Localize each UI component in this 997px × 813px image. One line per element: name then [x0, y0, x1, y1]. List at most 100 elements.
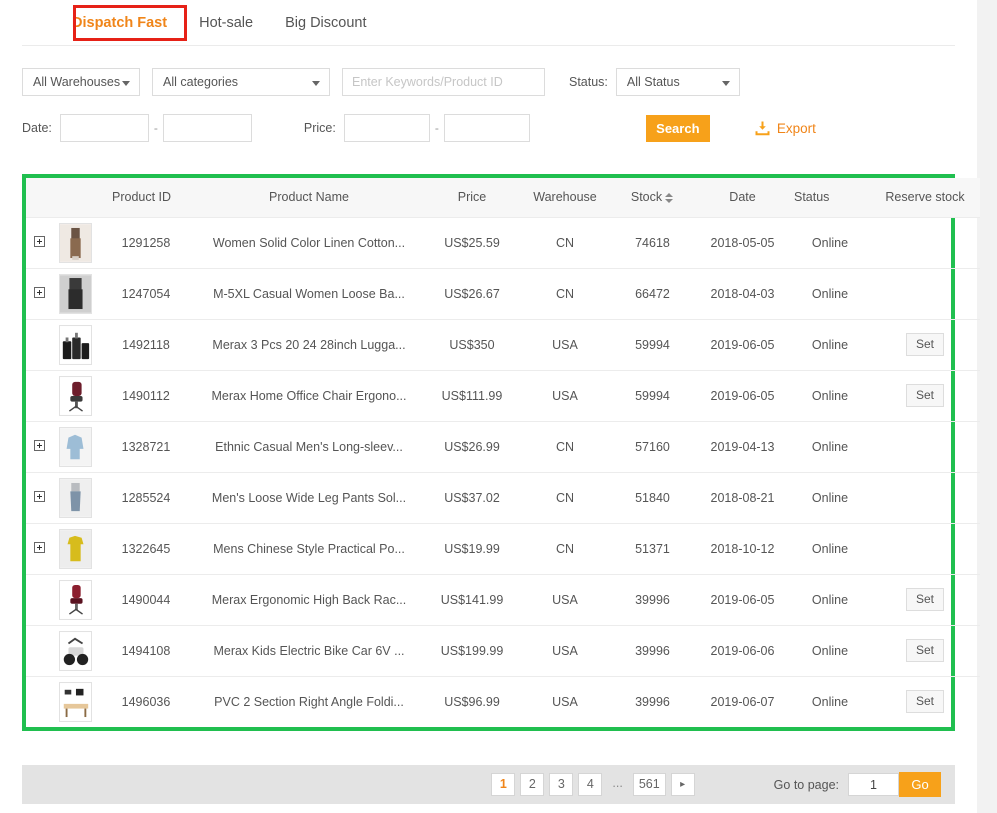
export-button[interactable]: Export — [754, 120, 816, 137]
table-row[interactable]: 1494108 Merax Kids Electric Bike Car 6V .… — [26, 625, 980, 677]
cell-product-id: 1490112 — [98, 370, 194, 422]
cell-reserve-stock: Set — [870, 625, 980, 677]
table-row[interactable]: 1492118 Merax 3 Pcs 20 24 28inch Lugga...… — [26, 319, 980, 371]
cell-warehouse: USA — [520, 319, 610, 371]
table-row[interactable]: 1496036 PVC 2 Section Right Angle Foldi..… — [26, 676, 980, 727]
expand-row-icon[interactable] — [33, 490, 45, 502]
page-button-4[interactable]: 4 — [578, 773, 603, 796]
cell-status: Online — [790, 472, 870, 524]
table-row[interactable]: 1490044 Merax Ergonomic High Back Rac... U… — [26, 574, 980, 626]
tab-big-discount[interactable]: Big Discount — [269, 8, 382, 38]
cell-product-name[interactable]: Women Solid Color Linen Cotton... — [194, 217, 424, 269]
cell-status: Online — [790, 523, 870, 575]
row-thumbnail-cell — [52, 217, 98, 269]
cell-date: 2019-04-13 — [695, 421, 790, 473]
date-filter-label: Date: — [22, 121, 52, 135]
header-date: Date — [729, 190, 756, 205]
set-reserve-button[interactable]: Set — [905, 384, 944, 407]
cell-stock: 39996 — [610, 574, 695, 626]
header-warehouse: Warehouse — [533, 190, 597, 205]
expand-row-icon[interactable] — [33, 235, 45, 247]
cell-warehouse: CN — [520, 472, 610, 524]
cell-status: Online — [790, 370, 870, 422]
cell-date: 2018-05-05 — [695, 217, 790, 269]
cell-warehouse: CN — [520, 523, 610, 575]
date-to-input[interactable] — [162, 114, 252, 142]
cell-product-id: 1322645 — [98, 523, 194, 575]
header-reserve-stock: Reserve stock — [885, 190, 965, 205]
cell-reserve-stock — [870, 472, 980, 524]
cell-product-name[interactable]: Merax Home Office Chair Ergono... — [194, 370, 424, 422]
page-button-1[interactable]: 1 — [491, 773, 516, 796]
go-button[interactable]: Go — [899, 772, 941, 797]
row-expand-cell[interactable] — [26, 217, 52, 269]
cell-product-name[interactable]: Merax Kids Electric Bike Car 6V ... — [194, 625, 424, 677]
warehouse-select[interactable]: All Warehouses — [22, 68, 140, 96]
cell-product-name[interactable]: Mens Chinese Style Practical Po... — [194, 523, 424, 575]
table-row[interactable]: 1291258 Women Solid Color Linen Cotton...… — [26, 217, 980, 269]
cell-price: US$26.67 — [424, 268, 520, 320]
col-stock[interactable]: Stock — [610, 178, 695, 218]
row-thumbnail-cell — [52, 421, 98, 473]
status-filter-label: Status: — [569, 75, 608, 89]
keyword-search-input[interactable] — [342, 68, 545, 96]
table-row[interactable]: 1328721 Ethnic Casual Men's Long-sleev...… — [26, 421, 980, 473]
cell-product-name[interactable]: Men's Loose Wide Leg Pants Sol... — [194, 472, 424, 524]
expand-row-icon[interactable] — [33, 286, 45, 298]
product-thumbnail — [58, 375, 92, 416]
row-expand-cell[interactable] — [26, 268, 52, 320]
status-select[interactable]: All Status — [615, 68, 740, 96]
header-price: Price — [457, 190, 487, 205]
search-button[interactable]: Search — [645, 114, 710, 142]
date-from-input[interactable] — [59, 114, 149, 142]
table-row[interactable]: 1247054 M-5XL Casual Women Loose Ba... US$… — [26, 268, 980, 320]
cell-product-name[interactable]: Merax Ergonomic High Back Rac... — [194, 574, 424, 626]
tab-dispatch-fast[interactable]: Dispatch Fast — [56, 8, 183, 38]
product-thumbnail — [58, 477, 92, 518]
sort-toggle-icon[interactable] — [665, 192, 674, 204]
header-product-id: Product ID — [112, 190, 172, 205]
cell-product-name[interactable]: PVC 2 Section Right Angle Foldi... — [194, 676, 424, 727]
set-reserve-button[interactable]: Set — [905, 588, 944, 611]
set-reserve-button[interactable]: Set — [905, 333, 944, 356]
row-thumbnail-cell — [52, 370, 98, 422]
row-expand-cell[interactable] — [26, 421, 52, 473]
expand-row-icon[interactable] — [33, 541, 45, 553]
page-button-last[interactable]: 561 — [632, 773, 666, 796]
cell-stock: 59994 — [610, 370, 695, 422]
goto-page-input[interactable] — [848, 773, 899, 796]
cell-price: US$96.99 — [444, 694, 500, 709]
cell-price: US$25.59 — [424, 217, 520, 269]
pagination-controls: 1 2 3 4... 561 ▸ — [491, 773, 699, 796]
price-from-input[interactable] — [343, 114, 430, 142]
tab-big-discount-label: Big Discount — [285, 15, 367, 31]
table-row[interactable]: 1285524 Men's Loose Wide Leg Pants Sol...… — [26, 472, 980, 524]
row-expand-cell[interactable] — [26, 523, 52, 575]
category-select[interactable]: All categories — [152, 68, 330, 96]
cell-product-id: 1496036 — [121, 694, 171, 709]
chevron-down-icon — [312, 81, 320, 86]
cell-product-name[interactable]: Ethnic Casual Men's Long-sleev... — [194, 421, 424, 473]
date-range-separator: - — [153, 121, 158, 135]
cell-date: 2019-06-06 — [695, 625, 790, 677]
cell-warehouse: USA — [520, 625, 610, 677]
expand-row-icon[interactable] — [33, 439, 45, 451]
page-button-3[interactable]: 3 — [549, 773, 574, 796]
cell-product-id: 1291258 — [98, 217, 194, 269]
cell-reserve-stock: Set — [870, 319, 980, 371]
page-button-2[interactable]: 2 — [520, 773, 545, 796]
set-reserve-button[interactable]: Set — [905, 690, 944, 714]
cell-product-name[interactable]: Merax 3 Pcs 20 24 28inch Lugga... — [194, 319, 424, 371]
cell-product-name[interactable]: M-5XL Casual Women Loose Ba... — [194, 268, 424, 320]
price-to-input[interactable] — [443, 114, 530, 142]
table-row[interactable]: 1490112 Merax Home Office Chair Ergono...… — [26, 370, 980, 422]
set-reserve-button[interactable]: Set — [905, 639, 944, 662]
cell-date: 2019-06-07 — [710, 694, 775, 709]
col-product-name: Product Name — [194, 178, 424, 218]
cell-warehouse: USA — [552, 694, 578, 709]
row-expand-cell[interactable] — [26, 472, 52, 524]
table-row[interactable]: 1322645 Mens Chinese Style Practical Po..… — [26, 523, 980, 575]
tab-hot-sale[interactable]: Hot-sale — [183, 8, 269, 38]
next-page-icon[interactable]: ▸ — [670, 773, 695, 796]
cell-date: 2019-06-05 — [695, 574, 790, 626]
